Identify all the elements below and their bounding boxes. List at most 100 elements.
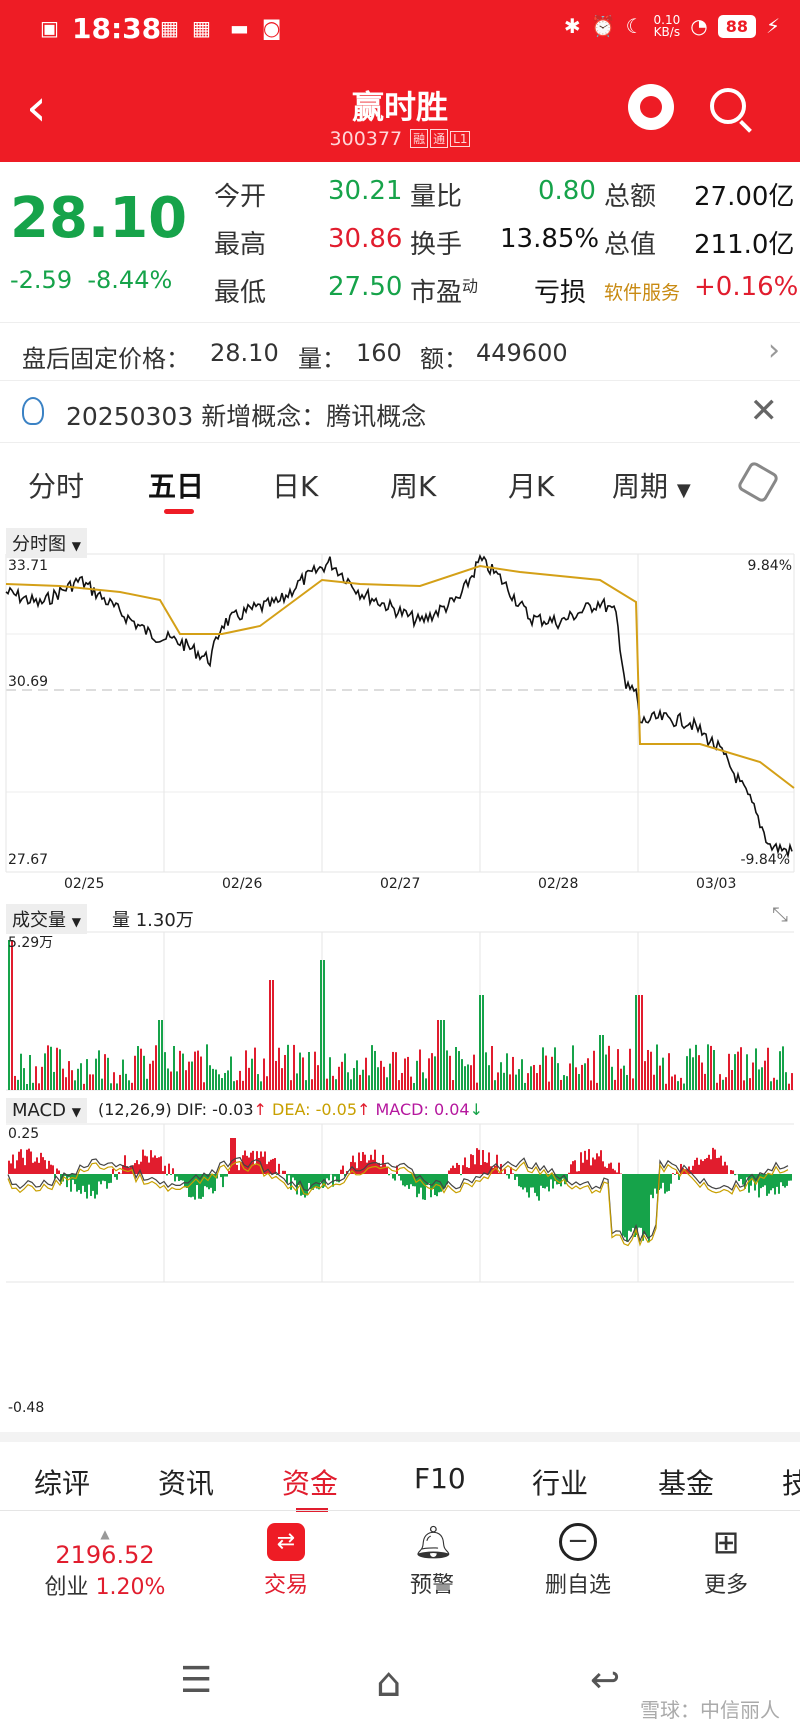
macd-bar [102, 1174, 104, 1181]
macd-bar [542, 1174, 544, 1189]
chart-area[interactable]: 分时图 ▼ 33.71 9.84% 30.69 27.67 -9.84% 02/… [0, 522, 800, 1432]
macd-bar [712, 1147, 714, 1174]
volume-bar [509, 1074, 511, 1090]
bulb-icon [22, 397, 44, 425]
macd-bar [272, 1158, 274, 1174]
status-right: ✱ ⏰ ☾ 0.10 KB/s ◔ 88 ⚡ [564, 14, 780, 38]
macd-bar [674, 1174, 676, 1175]
macd-bar [578, 1171, 580, 1174]
volume-bar [752, 1062, 754, 1090]
back-icon[interactable]: ↩ [590, 1660, 620, 1701]
chart-mode-selector[interactable]: 分时图 ▼ [6, 528, 87, 558]
macd-bar [706, 1157, 708, 1174]
subtab-overview[interactable]: 综评 [34, 1462, 90, 1502]
macd-bar [778, 1174, 780, 1194]
volume-bar [506, 1053, 508, 1090]
volume-bar [500, 1062, 502, 1090]
subtab-f10[interactable]: F10 [414, 1462, 466, 1495]
macd-bar [190, 1174, 192, 1198]
macd-bar [308, 1174, 310, 1184]
macd-bar [226, 1174, 228, 1177]
volume-bar [71, 1070, 73, 1090]
macd-bar [580, 1152, 582, 1174]
volume-selector[interactable]: 成交量 ▼ [6, 904, 87, 934]
macd-bar [92, 1174, 94, 1191]
expand-icon[interactable]: ⤡ [772, 902, 788, 926]
macd-bar [696, 1157, 698, 1174]
macd-selector[interactable]: MACD ▼ [6, 1098, 87, 1123]
macd-bar [142, 1149, 144, 1174]
macd-bar [478, 1149, 480, 1174]
volume-bar [287, 1044, 289, 1090]
caret-down-icon: ▼ [71, 915, 81, 929]
after-hours-row[interactable]: 盘后固定价格： 28.10 量： 160 额： 449600 › [0, 322, 800, 380]
home-icon[interactable]: ⌂ [376, 1660, 401, 1706]
macd-bar [694, 1159, 696, 1174]
alert-button[interactable]: 🔔︎ 预警 [382, 1523, 482, 1599]
tab-five-day[interactable]: 五日 [148, 465, 204, 505]
macd-bar [652, 1174, 654, 1199]
mascot-icon[interactable] [628, 84, 674, 130]
macd-bar [154, 1155, 156, 1174]
search-icon[interactable] [710, 88, 746, 124]
volume-bar [233, 1081, 235, 1090]
volume-bar [164, 1052, 166, 1090]
tab-period[interactable]: 周期 ▼ [612, 465, 691, 505]
volume-bar [542, 1047, 544, 1090]
macd-bar [726, 1165, 728, 1174]
macd-bar [470, 1154, 472, 1174]
macd-bar [474, 1164, 476, 1174]
remove-watchlist-button[interactable]: − 删自选 [528, 1523, 628, 1599]
volume-bar [416, 1060, 418, 1090]
macd-bar [708, 1154, 710, 1174]
volume-bar [314, 1051, 316, 1090]
close-icon[interactable]: ✕ [750, 391, 779, 431]
subtab-news[interactable]: 资讯 [158, 1462, 214, 1502]
volume-bar [620, 1068, 622, 1090]
volume-bar [431, 1053, 433, 1090]
macd-bar [234, 1138, 236, 1174]
volume-bar [581, 1064, 583, 1090]
subtab-industry[interactable]: 行业 [532, 1462, 588, 1502]
subtab-tech[interactable]: 技 [782, 1462, 800, 1502]
volume-bar [185, 1070, 187, 1090]
volume-bar [734, 1054, 736, 1090]
macd-bar [770, 1174, 772, 1191]
volume-bar [695, 1044, 697, 1090]
macd-bar [760, 1174, 762, 1189]
volume-bar [446, 1050, 448, 1090]
chevron-right-icon[interactable]: › [768, 333, 780, 368]
volume-bar [275, 1060, 277, 1090]
macd-bar [26, 1149, 28, 1174]
subtab-fund[interactable]: 基金 [658, 1462, 714, 1502]
macd-bar [150, 1150, 152, 1174]
tab-weekly-k[interactable]: 周K [390, 465, 436, 505]
more-button[interactable]: ⊞ 更多 [676, 1523, 776, 1599]
macd-bar [640, 1174, 642, 1228]
sector-label[interactable]: 软件服务 [604, 278, 680, 305]
trade-button[interactable]: ⇄ 交易 [236, 1523, 336, 1599]
concept-row[interactable]: 20250303 新增概念：腾讯概念 ✕ [0, 380, 800, 442]
volume-bar [464, 1066, 466, 1090]
subtab-funds[interactable]: 资金 [282, 1462, 338, 1502]
tab-daily-k[interactable]: 日K [272, 465, 318, 505]
macd-bar [664, 1174, 666, 1194]
macd-bar [278, 1163, 280, 1174]
macd-bar [90, 1174, 92, 1196]
volume-bar [200, 1056, 202, 1090]
volume-bar [209, 1065, 211, 1090]
macd-bar [38, 1162, 40, 1174]
volume-bar [764, 1060, 766, 1090]
macd-bar [644, 1174, 646, 1235]
active-tab-underline [164, 509, 194, 514]
tab-intraday[interactable]: 分时 [28, 465, 84, 505]
volume-bar [452, 1080, 454, 1090]
volume-bar [98, 1050, 100, 1090]
menu-icon[interactable]: ☰ [180, 1660, 212, 1701]
index-ticker[interactable]: ▲ 2196.52 创业 1.20% [40, 1527, 170, 1601]
volume-bar [755, 1048, 757, 1090]
tab-monthly-k[interactable]: 月K [508, 465, 554, 505]
volume-bar [293, 1044, 295, 1090]
macd-bar [222, 1174, 224, 1188]
macd-bar [342, 1165, 344, 1174]
